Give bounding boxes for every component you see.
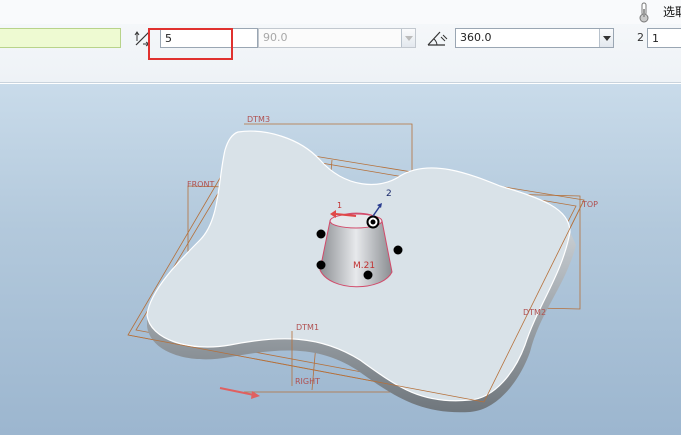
- toolbar-top-strip: [0, 0, 681, 24]
- section-collector-field[interactable]: [0, 28, 121, 48]
- angle-select-value: 90.0: [263, 31, 288, 44]
- datum-label-top[interactable]: TOP: [581, 200, 598, 209]
- depth-input-highlight: [148, 28, 233, 60]
- datum-label-dtm3[interactable]: DTM3: [247, 115, 270, 124]
- drag-handle: [316, 260, 326, 270]
- datum-label-dtm2[interactable]: DTM2: [523, 308, 546, 317]
- datum-label-dtm1[interactable]: DTM1: [296, 323, 319, 332]
- dimension-label[interactable]: M.21: [353, 261, 375, 271]
- revolve-angle-select[interactable]: 360.0: [455, 28, 614, 48]
- angle-select[interactable]: 90.0: [258, 28, 416, 48]
- datum-label-right[interactable]: RIGHT: [295, 377, 320, 386]
- revolve-angle-value: 360.0: [460, 31, 492, 44]
- graphics-viewport[interactable]: DTM3 FRONT TOP DTM1 DTM2 RIGHT M.21 1 2: [0, 84, 681, 435]
- view-direction-arrow-icon: [219, 387, 260, 399]
- datum-label-front[interactable]: FRONT: [187, 180, 214, 189]
- select-label: 选取: [663, 5, 681, 19]
- feature-dashboard: 90.0 360.0 2 选取: [0, 0, 681, 83]
- drag-handle: [363, 270, 373, 280]
- count-input[interactable]: [647, 28, 681, 48]
- count-label: 2: [637, 31, 644, 44]
- handle-label-1: 1: [337, 201, 342, 210]
- chevron-down-icon[interactable]: [599, 29, 613, 47]
- drag-handle: [316, 229, 326, 239]
- model-canvas[interactable]: DTM3 FRONT TOP DTM1 DTM2 RIGHT M.21 1 2: [0, 84, 681, 435]
- handle-label-2: 2: [386, 189, 392, 199]
- drag-handle: [393, 245, 403, 255]
- chevron-down-icon[interactable]: [401, 29, 415, 47]
- angle-icon[interactable]: [426, 28, 448, 48]
- thermometer-icon[interactable]: [637, 1, 651, 23]
